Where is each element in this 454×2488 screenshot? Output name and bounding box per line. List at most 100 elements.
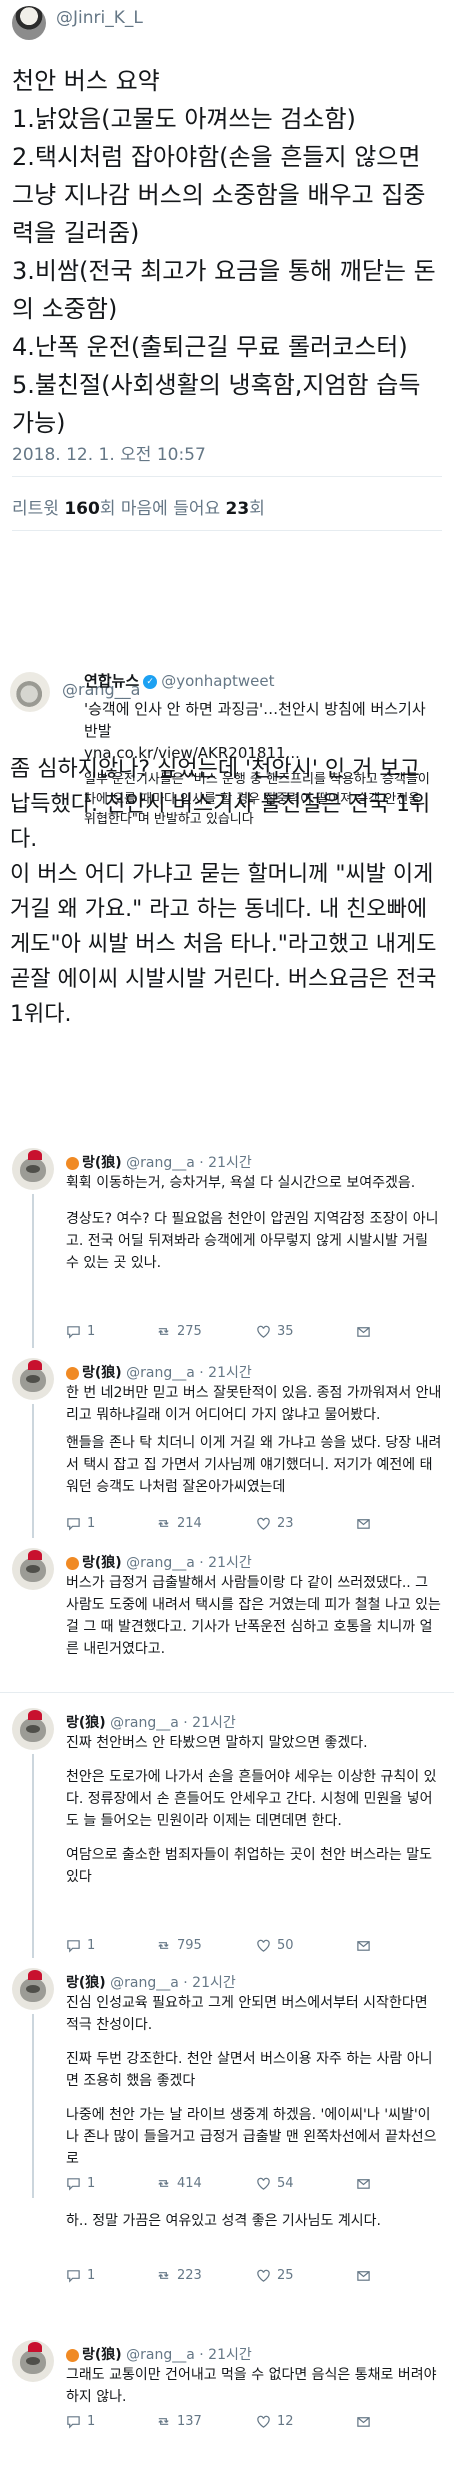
retweet-button[interactable]: 214	[156, 1516, 202, 1531]
reply-actions: 1 414 54	[66, 2176, 426, 2196]
share-button[interactable]	[356, 2414, 377, 2429]
tweet-timestamp[interactable]: 2018. 12. 1. 오전 10:57	[12, 440, 206, 465]
santa-hat-icon	[28, 1150, 42, 1160]
reply-button[interactable]: 1	[66, 1324, 95, 1339]
like-button[interactable]: 25	[256, 2268, 294, 2283]
reply-handle[interactable]: @rang__a	[126, 2347, 195, 2363]
reply-paragraph: 나중에 천안 가는 날 라이브 생중계 하겠음. '에이씨'나 '씨발'이나 존…	[66, 2107, 437, 2167]
reply-actions: 1 137 12	[66, 2414, 426, 2434]
retweet-button[interactable]: 137	[156, 2414, 202, 2429]
share-button[interactable]	[356, 2176, 377, 2191]
reply-paragraph: 하.. 정말 가끔은 여유있고 성격 좋은 기사님도 계시다.	[66, 2213, 381, 2229]
share-button[interactable]	[356, 1324, 377, 1339]
reply-text: 하.. 정말 가끔은 여유있고 성격 좋은 기사님도 계시다.	[66, 2210, 442, 2238]
heart-icon	[257, 1939, 270, 1952]
retweet-icon	[158, 1520, 169, 1527]
santa-hat-icon	[28, 1970, 42, 1980]
user-avatar[interactable]	[10, 672, 50, 712]
reply-button[interactable]: 1	[66, 2176, 95, 2191]
divider	[12, 530, 442, 531]
reply-name[interactable]: 랑(狼)	[82, 2347, 122, 2363]
avatar[interactable]	[12, 1708, 54, 1750]
retweet-button[interactable]: 275	[156, 1324, 202, 1339]
orange-icon	[66, 1556, 79, 1570]
share-button[interactable]	[356, 1938, 377, 1953]
card-source-id: @yonhaptweet	[161, 672, 275, 690]
reply-handle[interactable]: @rang__a	[110, 1975, 179, 1991]
likes-count[interactable]: 23	[226, 499, 250, 519]
reply-icon	[67, 1940, 80, 1953]
reply-thread: 연합뉴스 ✓ @yonhaptweet '승객에 인사 안 하면 과징금'…천안시 …	[0, 672, 454, 2488]
like-count: 12	[277, 2414, 294, 2429]
reply-name[interactable]: 랑(狼)	[82, 1555, 122, 1571]
reply-name[interactable]: 랑(狼)	[66, 1715, 106, 1731]
divider	[0, 1692, 454, 1693]
reply-handle[interactable]: @rang__a	[126, 1555, 195, 1571]
share-button[interactable]	[356, 1516, 377, 1531]
avatar[interactable]	[12, 1968, 54, 2010]
reply-handle[interactable]: @rang__a	[126, 1365, 195, 1381]
avatar[interactable]	[12, 2340, 54, 2382]
santa-hat-icon	[28, 1360, 42, 1370]
heart-icon	[257, 1517, 270, 1530]
reply-paragraph: 한 번 네2버만 믿고 버스 잘못탄적이 있음. 종점 가까워져서 안내리고 뭐…	[66, 1385, 442, 1423]
reply-button[interactable]: 1	[66, 2414, 95, 2429]
share-button[interactable]	[356, 2268, 377, 2283]
avatar[interactable]	[12, 1548, 54, 1590]
like-button[interactable]: 23	[256, 1516, 294, 1531]
retweet-icon	[158, 1328, 169, 1335]
reply-text: 진짜 천안버스 안 타봤으면 말하지 말았으면 좋겠다. 천안은 도로가에 나가…	[66, 1732, 442, 1894]
retweet-icon	[158, 2272, 169, 2279]
like-button[interactable]: 50	[256, 1938, 294, 1953]
verified-icon: ✓	[143, 674, 158, 689]
reply-name[interactable]: 랑(狼)	[82, 1155, 122, 1171]
avatar[interactable]	[12, 1358, 54, 1400]
reply-actions: 1 223 25	[66, 2268, 426, 2288]
thread-line	[32, 1404, 34, 1538]
reply-header: 랑(狼) @rang__a · 21시간	[66, 2344, 252, 2364]
like-button[interactable]: 35	[256, 1324, 294, 1339]
reply-button[interactable]: 1	[66, 2268, 95, 2283]
retweets-label[interactable]: 리트윗	[12, 499, 59, 519]
user-avatar[interactable]	[12, 6, 46, 40]
reply-paragraph: 휙휙 이동하는거, 승차거부, 욕설 다 실시간으로 보여주겠음.	[66, 1175, 416, 1191]
reply-button[interactable]: 1	[66, 1516, 95, 1531]
reply-text: 휙휙 이동하는거, 승차거부, 욕설 다 실시간으로 보여주겠음. 경상도? 여…	[66, 1172, 442, 1280]
heart-icon	[257, 1325, 270, 1338]
reply-item: 랑(狼) @rang__a · 21시간 진심 인성교육 필요하고 그게 안되면…	[0, 1968, 454, 2198]
thread-line	[32, 1194, 34, 1348]
card-url[interactable]: yna.co.kr/view/AKR201811...	[84, 744, 300, 762]
avatar[interactable]	[12, 1148, 54, 1190]
reply-button[interactable]: 1	[66, 1938, 95, 1953]
retweet-icon	[158, 1942, 169, 1949]
reply-name[interactable]: 랑(狼)	[82, 1365, 122, 1381]
reply-count: 1	[87, 1324, 96, 1339]
like-button[interactable]: 54	[256, 2176, 294, 2191]
link-card[interactable]: 연합뉴스 ✓ @yonhaptweet '승객에 인사 안 하면 과징금'…천안시 …	[70, 672, 442, 1150]
like-count: 35	[277, 1324, 294, 1339]
retweet-button[interactable]: 414	[156, 2176, 202, 2191]
reply-paragraph: 진심 인성교육 필요하고 그게 안되면 버스에서부터 시작한다면 적극 찬성이다…	[66, 1995, 428, 2033]
reply-handle[interactable]: @rang__a	[110, 1715, 179, 1731]
reply-icon	[67, 2178, 80, 2191]
tweet-line: 2.택시처럼 잡아야함(손을 흔들지 않으면 그냥 지나감 버스의 소중함을 배…	[12, 143, 426, 247]
reply-handle[interactable]: @rang__a	[126, 1155, 195, 1171]
reply-actions: 1 795 50	[66, 1938, 426, 1958]
retweet-button[interactable]: 795	[156, 1938, 202, 1953]
reply-text: 진심 인성교육 필요하고 그게 안되면 버스에서부터 시작한다면 적극 찬성이다…	[66, 1992, 442, 2176]
mail-icon	[357, 2179, 370, 2189]
reply-header: 랑(狼) @rang__a · 21시간	[66, 1552, 252, 1572]
retweet-button[interactable]: 223	[156, 2268, 202, 2283]
reply-header: 랑(狼) @rang__a · 21시간	[66, 1972, 236, 1992]
likes-label[interactable]: 마음에 들어요	[121, 499, 220, 519]
thread-line	[32, 1754, 34, 1958]
user-handle[interactable]: @Jinri_K_L	[56, 8, 143, 28]
reply-item: 랑(狼) @rang__a · 21시간 휙휙 이동하는거, 승차거부, 욕설 …	[0, 1148, 454, 1348]
reply-header: 랑(狼) @rang__a · 21시간	[66, 1712, 236, 1732]
like-button[interactable]: 12	[256, 2414, 294, 2429]
reply-name[interactable]: 랑(狼)	[66, 1975, 106, 1991]
retweets-count[interactable]: 160	[64, 499, 100, 519]
quote-paragraph: 이 버스 어디 가냐고 묻는 할머니께 "씨발 이게 거길 왜 가요." 라고 …	[10, 862, 437, 1027]
mail-icon	[357, 1327, 370, 1337]
like-count: 54	[277, 2176, 294, 2191]
